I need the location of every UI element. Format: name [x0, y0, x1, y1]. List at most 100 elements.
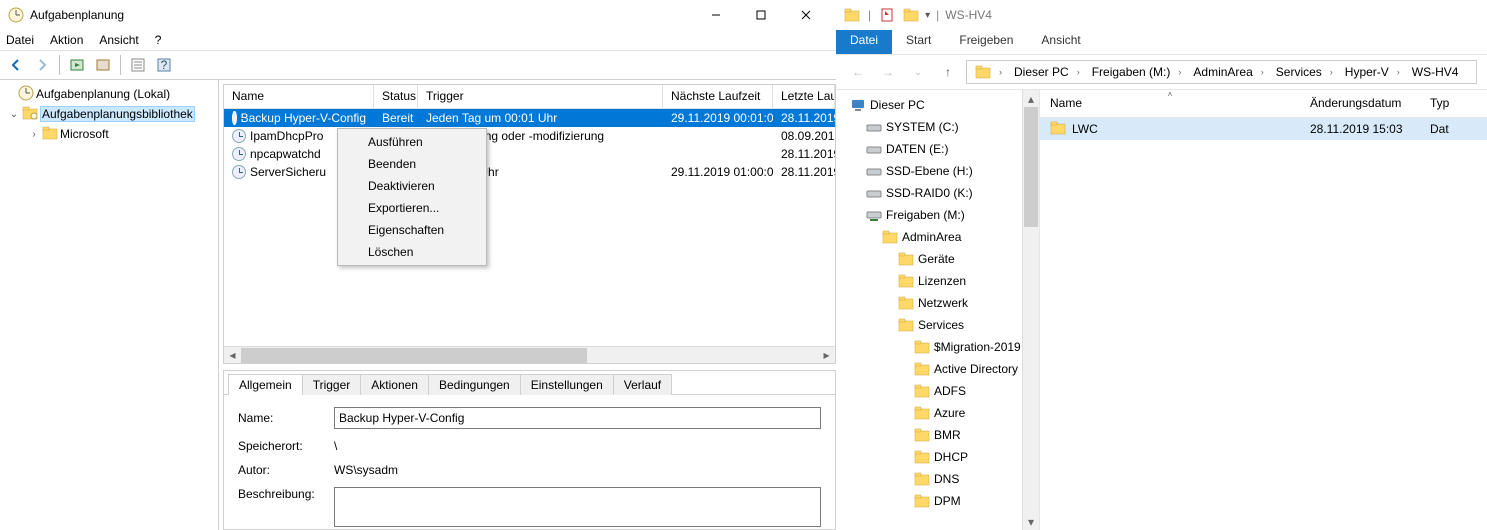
tree-folder[interactable]: Geräte [836, 248, 1039, 270]
toolbar-disable-icon[interactable] [91, 53, 115, 77]
tree-microsoft[interactable]: › Microsoft [0, 124, 218, 144]
ctx-end[interactable]: Beenden [340, 153, 484, 175]
chevron-right-icon[interactable]: › [1174, 67, 1181, 77]
tree-folder[interactable]: Lizenzen [836, 270, 1039, 292]
tree-drive[interactable]: SYSTEM (C:) [836, 116, 1039, 138]
nav-recent-dropdown-icon[interactable]: ⌄ [906, 60, 930, 84]
breadcrumb-item[interactable]: Services› [1270, 61, 1339, 83]
task-row[interactable]: npcapwatchd emstart 28.11.2019 [224, 145, 835, 163]
close-button[interactable] [783, 1, 828, 29]
tab-actions[interactable]: Aktionen [360, 374, 429, 395]
tree-folder[interactable]: Netzwerk [836, 292, 1039, 314]
scroll-right-icon[interactable]: ▸ [818, 348, 835, 363]
tab-conditions[interactable]: Bedingungen [428, 374, 521, 395]
chevron-right-icon[interactable]: › [995, 67, 1002, 77]
toolbar-run-icon[interactable] [65, 53, 89, 77]
menu-file[interactable]: Datei [6, 33, 34, 47]
task-row[interactable]: Backup Hyper-V-Config Bereit Jeden Tag u… [224, 109, 835, 127]
chevron-right-icon[interactable]: › [1326, 67, 1333, 77]
explorer-tree[interactable]: Dieser PC SYSTEM (C:) DATEN (E:) SSD-Ebe… [836, 90, 1040, 530]
ribbon-tab-start[interactable]: Start [892, 30, 945, 54]
qat-dropdown-icon[interactable]: ▾ [925, 10, 930, 21]
column-header-last[interactable]: Letzte Lau [773, 85, 835, 108]
vertical-scrollbar[interactable]: ▴ ▾ [1022, 90, 1039, 530]
ribbon-tab-view[interactable]: Ansicht [1027, 30, 1094, 54]
column-header-type[interactable]: Typ [1420, 90, 1487, 117]
tab-history[interactable]: Verlauf [613, 374, 672, 395]
horizontal-scrollbar[interactable]: ◂ ▸ [224, 346, 835, 363]
expand-icon[interactable]: › [28, 129, 40, 140]
chevron-right-icon[interactable]: › [1073, 67, 1080, 77]
file-row[interactable]: LWC 28.11.2019 15:03 Dat [1040, 118, 1487, 140]
tree-this-pc[interactable]: Dieser PC [836, 94, 1039, 116]
ctx-run[interactable]: Ausführen [340, 131, 484, 153]
input-description[interactable] [334, 487, 821, 527]
tree-folder[interactable]: DNS [836, 468, 1039, 490]
menu-view[interactable]: Ansicht [99, 33, 138, 47]
menu-action[interactable]: Aktion [50, 33, 83, 47]
breadcrumb-item[interactable]: WS-HV4 [1406, 61, 1465, 83]
column-header-name[interactable]: Name [224, 85, 374, 108]
tree-folder[interactable]: AdminArea [836, 226, 1039, 248]
ctx-properties[interactable]: Eigenschaften [340, 219, 484, 241]
tree-folder[interactable]: Active Directory [836, 358, 1039, 380]
tree-drive[interactable]: SSD-RAID0 (K:) [836, 182, 1039, 204]
tree-drive[interactable]: DATEN (E:) [836, 138, 1039, 160]
tree-folder[interactable]: DPM [836, 490, 1039, 512]
column-header-date[interactable]: Änderungsdatum [1300, 90, 1420, 117]
column-header-status[interactable]: Status [374, 85, 418, 108]
scroll-up-icon[interactable]: ▴ [1023, 90, 1039, 107]
toolbar-help-icon[interactable]: ? [152, 53, 176, 77]
tree-drive[interactable]: SSD-Ebene (H:) [836, 160, 1039, 182]
qat-folder-icon[interactable] [901, 5, 921, 25]
tab-triggers[interactable]: Trigger [302, 374, 362, 395]
scroll-down-icon[interactable]: ▾ [1023, 513, 1039, 530]
qat-properties-icon[interactable] [877, 5, 897, 25]
collapse-icon[interactable]: ⌄ [8, 109, 20, 120]
ctx-export[interactable]: Exportieren... [340, 197, 484, 219]
scroll-thumb[interactable] [1024, 107, 1038, 227]
tree-folder[interactable]: Azure [836, 402, 1039, 424]
scroll-thumb[interactable] [241, 348, 587, 363]
navigation-tree[interactable]: Aufgabenplanung (Lokal) ⌄ Aufgabenplanun… [0, 80, 219, 530]
nav-forward-button[interactable]: → [876, 60, 900, 84]
tree-root[interactable]: Aufgabenplanung (Lokal) [0, 84, 218, 104]
breadcrumb-root[interactable]: › [969, 61, 1008, 83]
title-bar[interactable]: Aufgabenplanung [0, 0, 836, 30]
explorer-title-bar[interactable]: | ▾ | WS-HV4 [836, 0, 1487, 30]
toolbar-back-icon[interactable] [4, 53, 28, 77]
tree-drive[interactable]: Freigaben (M:) [836, 204, 1039, 226]
tree-folder[interactable]: DHCP [836, 446, 1039, 468]
ribbon-tab-share[interactable]: Freigeben [945, 30, 1027, 54]
menu-help[interactable]: ? [155, 33, 162, 47]
task-row[interactable]: IpamDhcpPro penerstellung oder -modifizi… [224, 127, 835, 145]
breadcrumb-item[interactable]: Hyper-V› [1339, 61, 1406, 83]
column-header-trigger[interactable]: Trigger [418, 85, 663, 108]
toolbar-forward-icon[interactable] [30, 53, 54, 77]
tree-folder[interactable]: Services [836, 314, 1039, 336]
toolbar-properties-icon[interactable] [126, 53, 150, 77]
tab-general[interactable]: Allgemein [228, 374, 303, 395]
column-header-next[interactable]: Nächste Laufzeit [663, 85, 773, 108]
chevron-right-icon[interactable]: › [1257, 67, 1264, 77]
tree-library[interactable]: ⌄ Aufgabenplanungsbibliothek [0, 104, 218, 124]
input-task-name[interactable] [334, 407, 821, 429]
maximize-button[interactable] [738, 1, 783, 29]
breadcrumb-item[interactable]: Freigaben (M:)› [1086, 61, 1188, 83]
chevron-right-icon[interactable]: › [1393, 67, 1400, 77]
ctx-disable[interactable]: Deaktivieren [340, 175, 484, 197]
tree-folder[interactable]: $Migration-2019 [836, 336, 1039, 358]
column-header-name[interactable]: Name ˄ [1040, 90, 1300, 117]
ctx-delete[interactable]: Löschen [340, 241, 484, 263]
breadcrumb-item[interactable]: AdminArea› [1187, 61, 1269, 83]
nav-back-button[interactable]: ← [846, 60, 870, 84]
task-row[interactable]: ServerSicheru um 01:00 Uhr 29.11.2019 01… [224, 163, 835, 181]
ribbon-tab-file[interactable]: Datei [836, 30, 892, 54]
tree-folder[interactable]: BMR [836, 424, 1039, 446]
breadcrumb-bar[interactable]: › Dieser PC› Freigaben (M:)› AdminArea› … [966, 60, 1477, 84]
breadcrumb-item[interactable]: Dieser PC› [1008, 61, 1086, 83]
tree-folder[interactable]: ADFS [836, 380, 1039, 402]
scroll-left-icon[interactable]: ◂ [224, 348, 241, 363]
minimize-button[interactable] [693, 1, 738, 29]
tab-settings[interactable]: Einstellungen [520, 374, 614, 395]
